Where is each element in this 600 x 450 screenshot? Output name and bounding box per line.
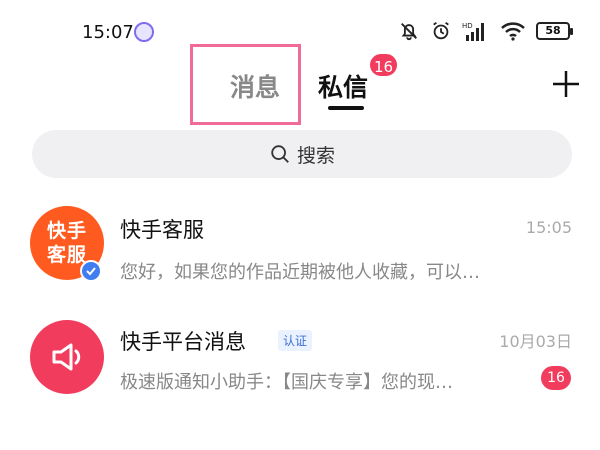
svg-text:HD: HD bbox=[462, 22, 473, 30]
add-icon[interactable] bbox=[550, 68, 582, 100]
wifi-icon bbox=[501, 22, 525, 41]
verified-tag: 认证 bbox=[278, 330, 313, 351]
conversation-name: 快手客服 bbox=[120, 218, 204, 242]
hd-signal-icon: HD bbox=[462, 22, 484, 41]
battery-indicator: 58 bbox=[536, 22, 573, 40]
alarm-icon bbox=[433, 21, 449, 40]
search-bar[interactable]: 搜索 bbox=[32, 130, 572, 178]
active-tab-indicator bbox=[328, 106, 364, 110]
search-placeholder: 搜索 bbox=[296, 144, 335, 167]
conversation-time: 10月03日 bbox=[499, 332, 572, 351]
tab-messages-highlight-box bbox=[190, 44, 301, 125]
unread-count-badge: 16 bbox=[368, 52, 400, 78]
speaker-icon bbox=[52, 343, 81, 371]
mute-bell-icon bbox=[401, 23, 417, 41]
conversation-row-customer-service[interactable]: 快手 客服 快手客服 15:05 您好，如果您的作品近期被他人收藏，可以… bbox=[0, 196, 600, 306]
avatar-text-line-1: 快手 bbox=[46, 220, 87, 242]
search-icon bbox=[271, 145, 289, 163]
conversation-preview: 极速版通知小助手：【国庆专享】您的现… bbox=[120, 372, 453, 393]
conversation-row-platform-messages[interactable]: 快手平台消息 认证 10月03日 极速版通知小助手：【国庆专享】您的现… 16 bbox=[0, 306, 600, 416]
conversation-name: 快手平台消息 bbox=[120, 330, 246, 354]
conversation-preview: 您好，如果您的作品近期被他人收藏，可以… bbox=[120, 262, 480, 283]
unread-count-badge: 16 bbox=[541, 366, 571, 390]
conversation-time: 15:05 bbox=[525, 218, 572, 237]
tab-private-messages[interactable]: 私信 bbox=[318, 68, 368, 104]
app-notification-icon bbox=[134, 22, 154, 42]
status-icons: HD 58 bbox=[398, 20, 573, 42]
verified-check-icon bbox=[80, 260, 102, 282]
avatar bbox=[30, 320, 104, 394]
avatar-text-line-2: 客服 bbox=[46, 244, 87, 266]
status-time: 15:07 bbox=[82, 22, 134, 43]
